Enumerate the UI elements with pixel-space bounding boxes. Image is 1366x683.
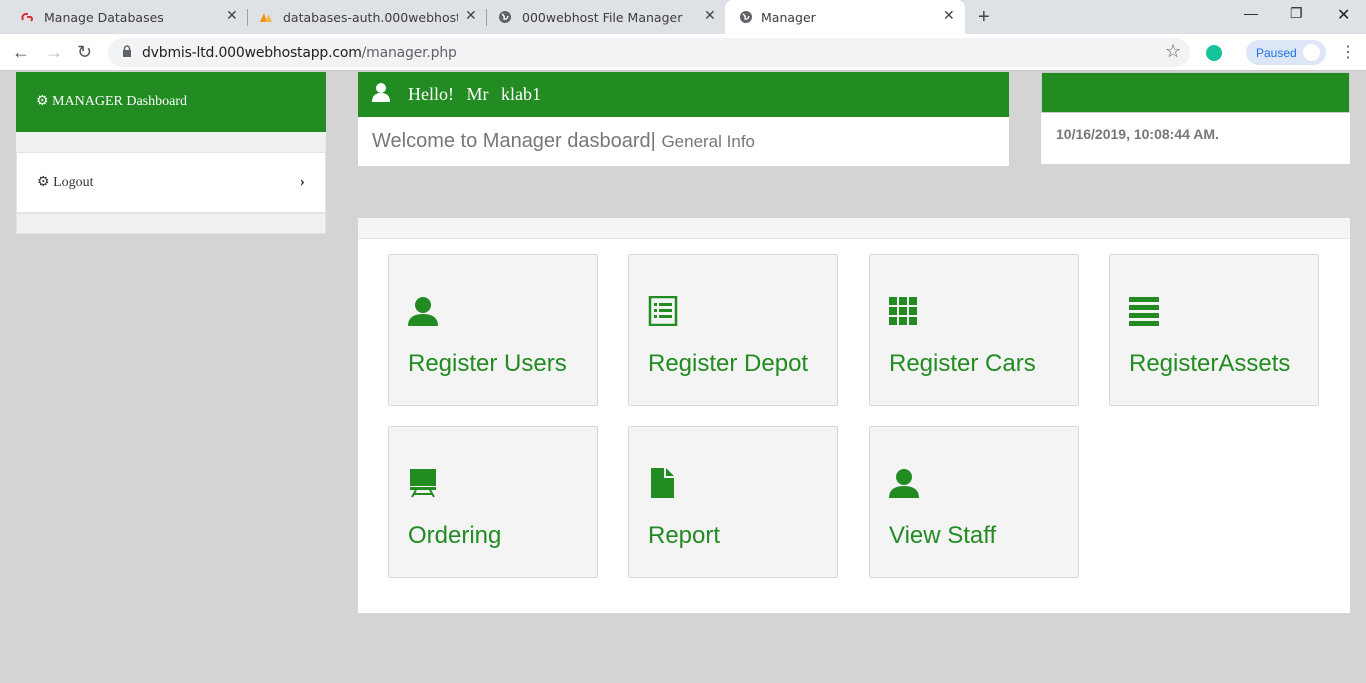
tab-file-manager[interactable]: 000webhost File Manager ✕ — [478, 0, 725, 34]
tile-label: Register Cars — [889, 350, 1036, 377]
phpmyadmin-icon — [260, 13, 272, 22]
tile-view-staff[interactable]: View Staff — [869, 426, 1079, 578]
grammarly-extension-icon[interactable] — [1206, 45, 1222, 61]
globe-icon — [740, 11, 752, 23]
tile-label: View Staff — [889, 522, 997, 549]
user-icon — [408, 297, 438, 326]
sidebar-footer — [16, 213, 326, 234]
tab-manager[interactable]: Manager ✕ — [725, 0, 965, 34]
tile-report[interactable]: Report — [628, 426, 838, 578]
welcome-bar: Welcome to Manager dasboard| General Inf… — [358, 117, 1009, 166]
window-close-icon[interactable]: ✕ — [1337, 5, 1350, 25]
browser-menu-icon[interactable]: ⋮ — [1340, 42, 1356, 62]
welcome-text: Welcome to Manager dasboard| — [372, 130, 656, 152]
sidebar-title: MANAGER Dashboard — [52, 94, 187, 109]
tab-title: Manager — [761, 10, 816, 25]
panel-header — [358, 218, 1350, 239]
user-icon — [889, 469, 919, 498]
salutation: Mr — [466, 84, 489, 104]
tile-label: Report — [648, 522, 721, 549]
tab-phpmyadmin[interactable]: databases-auth.000webhost.com ✕ — [239, 0, 486, 34]
address-bar: ← → ↻ dvbmis-ltd.000webhostapp.com/manag… — [0, 34, 1366, 71]
browser-tab-bar: Manage Databases ✕ databases-auth.000web… — [0, 0, 1366, 34]
url-path: /manager.php — [361, 45, 457, 61]
bookmark-star-icon[interactable]: ☆ — [1165, 41, 1181, 62]
forward-icon[interactable]: → — [45, 42, 63, 63]
blackboard-icon — [410, 469, 436, 498]
user-icon — [372, 83, 390, 102]
clock-header — [1041, 72, 1350, 113]
close-icon[interactable]: ✕ — [226, 8, 238, 24]
gear-icon: ⚙ — [36, 94, 49, 109]
tile-ordering[interactable]: Ordering — [388, 426, 598, 578]
cpanel-icon — [21, 13, 33, 22]
tab-title: 000webhost File Manager — [522, 10, 683, 25]
back-icon[interactable]: ← — [12, 42, 30, 63]
tile-label: RegisterAssets — [1129, 350, 1291, 377]
url-field[interactable]: dvbmis-ltd.000webhostapp.com/manager.php… — [108, 38, 1190, 67]
username: klab1 — [500, 84, 541, 104]
tab-manage-databases[interactable]: Manage Databases ✕ — [0, 0, 247, 34]
th-icon — [889, 297, 917, 325]
sidebar-header: ⚙ MANAGER Dashboard — [16, 72, 326, 132]
url-text: dvbmis-ltd.000webhostapp.com/manager.php — [142, 45, 457, 61]
restore-icon[interactable]: ❐ — [1290, 5, 1303, 22]
tile-label: Register Users — [408, 350, 567, 377]
profile-status: Paused — [1256, 46, 1297, 60]
close-icon[interactable]: ✕ — [943, 8, 955, 24]
new-tab-button[interactable]: + — [978, 6, 990, 29]
tab-title: databases-auth.000webhost.com — [283, 10, 458, 25]
tab-title: Manage Databases — [44, 10, 164, 25]
close-icon[interactable]: ✕ — [704, 8, 716, 24]
tile-register-depot[interactable]: Register Depot — [628, 254, 838, 406]
clock-display: 10/16/2019, 10:08:44 AM. — [1041, 113, 1350, 164]
url-host: dvbmis-ltd.000webhostapp.com — [142, 45, 362, 61]
align-justify-icon — [1129, 297, 1159, 326]
greeting-text: Hello! — [408, 84, 454, 104]
tile-register-assets[interactable]: RegisterAssets — [1109, 254, 1319, 406]
file-icon — [651, 468, 674, 498]
greeting-header: Hello! Mr klab1 — [358, 72, 1009, 117]
tile-label: Register Depot — [648, 350, 809, 377]
gear-icon: ⚙ — [37, 175, 50, 190]
logout-link[interactable]: ⚙ Logout › — [16, 152, 326, 213]
list-alt-icon — [648, 296, 678, 326]
chevron-right-icon: › — [299, 173, 305, 190]
logout-label: Logout — [53, 175, 94, 190]
tile-register-cars[interactable]: Register Cars — [869, 254, 1079, 406]
avatar — [1303, 44, 1320, 61]
close-icon[interactable]: ✕ — [465, 8, 477, 24]
sidebar-spacer — [16, 132, 326, 152]
minimize-icon[interactable]: — — [1244, 5, 1258, 21]
tile-label: Ordering — [408, 522, 502, 549]
globe-icon — [499, 11, 511, 23]
lock-icon — [123, 45, 131, 57]
profile-button[interactable]: Paused — [1246, 40, 1326, 65]
reload-icon[interactable]: ↻ — [77, 42, 92, 63]
welcome-subtitle: General Info — [661, 132, 755, 151]
main-panel: Register Users Register Depot Register C… — [358, 218, 1350, 613]
tile-register-users[interactable]: Register Users — [388, 254, 598, 406]
